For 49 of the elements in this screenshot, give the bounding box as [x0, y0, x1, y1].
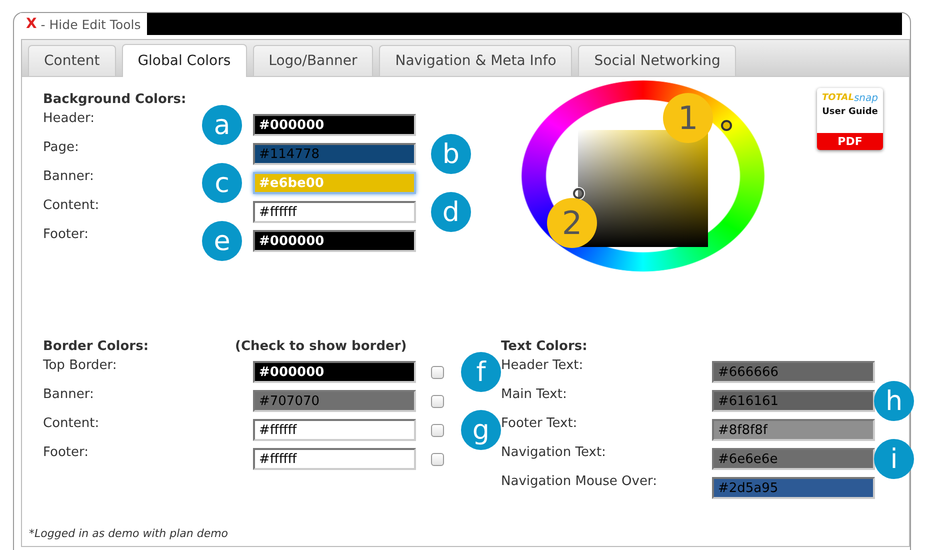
- callout-marker: a: [202, 105, 242, 145]
- field-label: Footer Text:: [501, 416, 578, 431]
- color-input[interactable]: #707070: [253, 390, 416, 412]
- field-label: Top Border:: [43, 358, 118, 373]
- color-input[interactable]: #666666: [712, 361, 875, 383]
- callout-marker: e: [202, 221, 242, 261]
- field-label: Navigation Mouse Over:: [501, 474, 658, 489]
- field-label: Content:: [43, 198, 100, 213]
- user-guide-pdf-button[interactable]: TOTALsnap User Guide PDF: [817, 88, 883, 150]
- tab[interactable]: Content: [28, 45, 116, 76]
- field-label: Banner:: [43, 169, 95, 184]
- color-input[interactable]: #000000: [253, 361, 416, 383]
- field-label: Header:: [43, 111, 96, 126]
- callout-marker: d: [431, 192, 471, 232]
- color-input[interactable]: #ffffff: [253, 448, 416, 470]
- color-input[interactable]: #6e6e6e: [712, 448, 875, 470]
- field-label: Header Text:: [501, 358, 584, 373]
- color-input[interactable]: #ffffff: [253, 419, 416, 441]
- callout-marker: h: [874, 381, 914, 421]
- tab[interactable]: Navigation & Meta Info: [379, 45, 572, 76]
- color-input[interactable]: #000000: [253, 114, 416, 136]
- field-label: Main Text:: [501, 387, 568, 402]
- tab[interactable]: Social Networking: [578, 45, 736, 76]
- checkbox[interactable]: [431, 395, 444, 408]
- field-label: Navigation Text:: [501, 445, 607, 460]
- color-input[interactable]: #8f8f8f: [712, 419, 875, 441]
- checkbox[interactable]: [431, 424, 444, 437]
- section-title: Border Colors:: [43, 339, 150, 356]
- tab[interactable]: Logo/Banner: [252, 45, 374, 76]
- callout-marker: f: [461, 352, 501, 392]
- login-note: *Logged in as demo with plan demo: [29, 527, 228, 540]
- field-label: Banner:: [43, 387, 95, 402]
- section-title: Text Colors:: [501, 339, 588, 356]
- section-title: Background Colors:: [43, 92, 188, 109]
- callout-marker: g: [461, 410, 501, 450]
- field-label: Footer:: [43, 227, 90, 242]
- checkbox[interactable]: [431, 453, 444, 466]
- callout-marker: b: [431, 134, 471, 174]
- section-hint: (Check to show border): [235, 339, 407, 356]
- field-label: Footer:: [43, 445, 90, 460]
- checkbox[interactable]: [431, 366, 444, 379]
- shade-square[interactable]: [578, 130, 708, 247]
- color-input[interactable]: #000000: [253, 230, 416, 252]
- field-label: Content:: [43, 416, 100, 431]
- field-label: Page:: [43, 140, 80, 155]
- color-input[interactable]: #ffffff: [253, 201, 416, 223]
- callout-marker: i: [874, 439, 914, 479]
- tab[interactable]: Global Colors: [122, 44, 247, 77]
- callout-marker: c: [202, 163, 242, 203]
